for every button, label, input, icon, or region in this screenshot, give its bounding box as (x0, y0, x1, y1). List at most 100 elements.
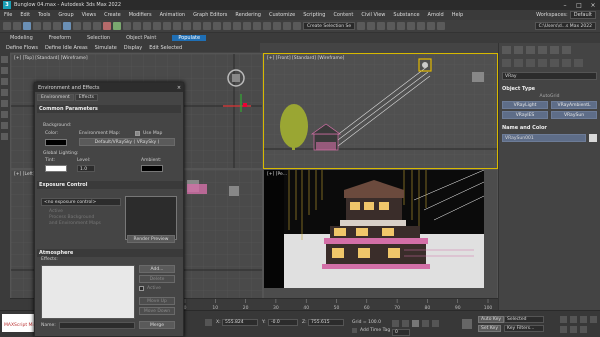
active-checkbox[interactable] (139, 286, 144, 291)
arnold-icon[interactable] (427, 22, 436, 30)
fov-icon[interactable] (590, 316, 597, 323)
cameras-filter-icon[interactable] (1, 122, 8, 129)
tab-environment[interactable]: Environment (37, 94, 74, 101)
common-parameters-header[interactable]: Common Parameters (37, 105, 181, 113)
vray-icon[interactable] (387, 22, 396, 30)
ribbon-simulate[interactable]: Simulate (95, 45, 117, 51)
viewport-front[interactable]: [+] [Front] [Standard] [Wireframe] (263, 53, 498, 169)
menu-edit[interactable]: Edit (16, 12, 34, 18)
z-coordinate-field[interactable]: 755.615 (308, 319, 344, 326)
geometry-icon[interactable] (502, 59, 511, 67)
helpers-icon[interactable] (550, 59, 559, 67)
merge-button[interactable]: Merge (139, 321, 175, 329)
menu-scripting[interactable]: Scripting (299, 12, 329, 18)
object-name-field[interactable]: VRaySun001 (502, 134, 586, 142)
display-tab-icon[interactable] (550, 46, 559, 54)
name-color-header[interactable]: Name and Color (502, 125, 597, 131)
move-down-button[interactable]: Move Down (139, 307, 175, 315)
ref-coord-icon[interactable] (143, 22, 151, 30)
unlink-icon[interactable] (33, 22, 41, 30)
menu-tools[interactable]: Tools (34, 12, 54, 18)
delete-effect-button[interactable]: Delete (139, 275, 175, 283)
menu-file[interactable]: File (0, 12, 16, 18)
percent-snap-icon[interactable] (183, 22, 191, 30)
workspaces-dropdown[interactable]: Default (569, 11, 596, 19)
tint-color-swatch[interactable] (45, 165, 67, 172)
align-icon[interactable] (223, 22, 231, 30)
zoom-icon[interactable] (560, 316, 567, 323)
render-setup-icon[interactable] (283, 22, 291, 30)
render-production-icon[interactable] (367, 22, 376, 30)
snap-icon[interactable] (163, 22, 171, 30)
exposure-control-header[interactable]: Exposure Control (37, 181, 183, 189)
prev-frame-icon[interactable] (402, 320, 409, 327)
viewport-left-label[interactable]: [+] [Left] (14, 172, 35, 177)
autogrid-checkbox[interactable]: AutoGrid (502, 94, 597, 99)
ribbon-tab-modeling[interactable]: Modeling (10, 35, 33, 41)
view-icon[interactable] (417, 22, 426, 30)
lights-filter-icon[interactable] (1, 111, 8, 118)
viewport-front-label[interactable]: [+] [Front] [Standard] [Wireframe] (267, 56, 344, 61)
zoom-all-icon[interactable] (570, 316, 577, 323)
select-object-icon[interactable] (63, 22, 71, 30)
use-map-checkbox[interactable] (135, 131, 140, 136)
minimize-icon[interactable]: – (558, 2, 572, 9)
vraylight-button[interactable]: VRayLight (502, 101, 548, 109)
bind-spacewarp-icon[interactable] (43, 22, 51, 30)
graphite-icon[interactable] (243, 22, 251, 30)
x-coordinate-field[interactable]: 555.824 (222, 319, 258, 326)
angle-snap-icon[interactable] (173, 22, 181, 30)
modify-tab-icon[interactable] (514, 46, 523, 54)
schematic-icon[interactable] (263, 22, 271, 30)
pivot-center-icon[interactable] (153, 22, 161, 30)
move-icon[interactable] (103, 22, 111, 30)
go-end-icon[interactable] (432, 320, 439, 327)
y-coordinate-field[interactable]: -0.0 (268, 319, 298, 326)
key-filters-button[interactable]: Key Filters... (504, 325, 544, 332)
menu-graph-editors[interactable]: Graph Editors (189, 12, 231, 18)
ribbon-edit-selected[interactable]: Edit Selected (149, 45, 182, 51)
display-none-icon[interactable] (1, 89, 8, 96)
environment-map-button[interactable]: Default/VRaySky ( VRaySky ) (79, 138, 175, 146)
vrayambient-button[interactable]: VRayAmbientL (551, 101, 597, 109)
next-frame-icon[interactable] (422, 320, 429, 327)
menu-substance[interactable]: Substance (389, 12, 423, 18)
menu-rendering[interactable]: Rendering (231, 12, 265, 18)
object-color-swatch[interactable] (589, 134, 597, 142)
rect-selection-icon[interactable] (83, 22, 91, 30)
exposure-control-dropdown[interactable]: <no exposure control> (41, 198, 121, 206)
placement-icon[interactable] (133, 22, 141, 30)
light-type-dropdown[interactable]: VRay (502, 72, 597, 80)
render-preview-button[interactable]: Render Preview (127, 235, 175, 243)
ambient-color-swatch[interactable] (141, 165, 163, 172)
add-time-tag[interactable]: Add Time Tag (360, 328, 390, 333)
systems-icon[interactable] (574, 59, 583, 67)
move-up-button[interactable]: Move Up (139, 297, 175, 305)
menu-customize[interactable]: Customize (265, 12, 299, 18)
create-tab-icon[interactable] (502, 46, 511, 54)
display-all-icon[interactable] (1, 100, 8, 107)
zoom-extents-icon[interactable] (580, 316, 587, 323)
menu-content[interactable]: Content (329, 12, 357, 18)
curve-editor-icon[interactable] (253, 22, 261, 30)
atmosphere-header[interactable]: Atmosphere (37, 249, 183, 257)
shapes-icon[interactable] (514, 59, 523, 67)
add-effect-button[interactable]: Add... (139, 265, 175, 273)
utilities-tab-icon[interactable] (562, 46, 571, 54)
select-by-name-icon[interactable] (73, 22, 81, 30)
layer-icon[interactable] (233, 22, 241, 30)
motion-tab-icon[interactable] (538, 46, 547, 54)
ribbon-tab-freeform[interactable]: Freeform (49, 35, 71, 41)
scene-explorer-icon[interactable] (1, 56, 8, 63)
selection-set-dropdown[interactable]: Create Selection Se (303, 22, 356, 30)
project-path-dropdown[interactable]: C:\Users\d...s Max 2022 (534, 22, 596, 30)
maximize-icon[interactable]: □ (572, 2, 586, 9)
viewport-perspective[interactable]: [+] [Pe... (263, 169, 498, 310)
a360-icon[interactable] (437, 22, 446, 30)
menu-create[interactable]: Create (100, 12, 125, 18)
scale-icon[interactable] (123, 22, 131, 30)
rendered-frame-icon[interactable] (293, 22, 301, 30)
vray-vfb-icon[interactable] (397, 22, 406, 30)
ribbon-tab-selection[interactable]: Selection (87, 35, 110, 41)
link-icon[interactable] (23, 22, 31, 30)
